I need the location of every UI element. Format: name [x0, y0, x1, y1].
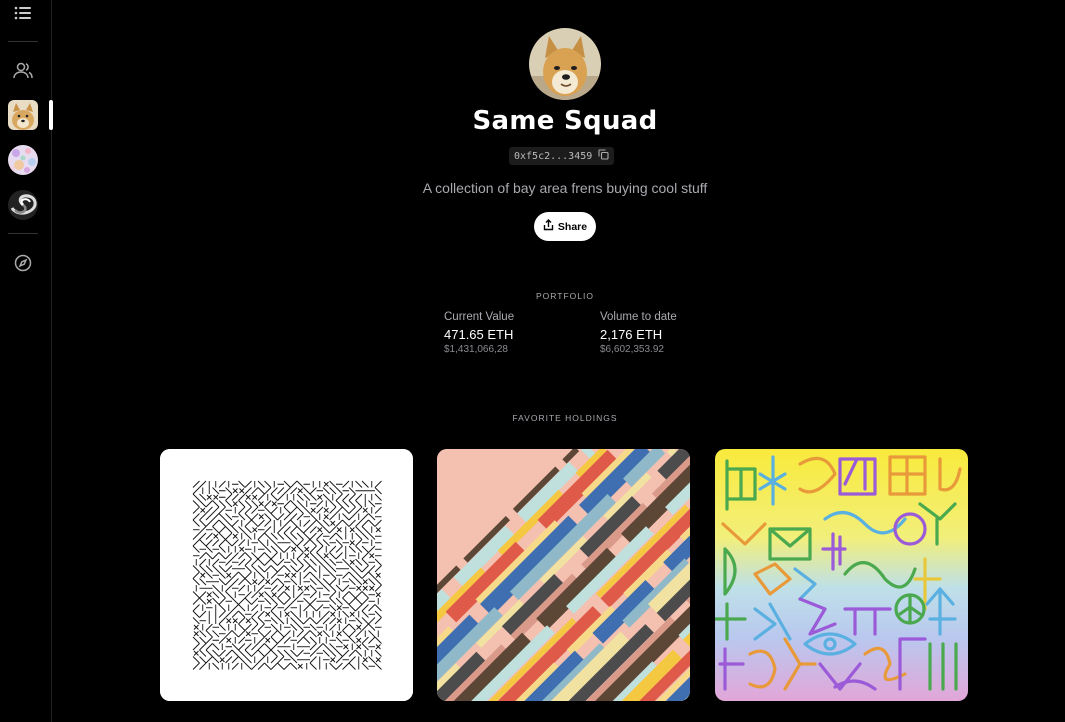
main-content: Same Squad 0xf5c2...3459 A collection of… — [53, 0, 1065, 722]
share-button[interactable]: Share — [534, 212, 596, 241]
volume-usd: $6,602,353.92 — [600, 344, 664, 355]
sidebar-divider — [8, 41, 38, 42]
holding-card-pattern[interactable] — [160, 449, 413, 701]
list-icon[interactable] — [10, 0, 36, 26]
copy-icon[interactable] — [598, 149, 609, 163]
doge-avatar[interactable] — [8, 100, 38, 130]
volume-amount: 2,176 ETH — [600, 327, 663, 342]
share-label: Share — [557, 220, 588, 233]
sidebar — [0, 0, 53, 722]
current-value-label: Current Value — [444, 311, 515, 323]
current-value-amount: 471.65 ETH — [444, 327, 514, 342]
sidebar-divider — [8, 233, 38, 234]
holding-card-stripes[interactable] — [437, 449, 690, 701]
page-title: Same Squad — [472, 106, 658, 136]
floral-avatar[interactable] — [8, 145, 38, 175]
wallet-address[interactable]: 0xf5c2...3459 — [509, 147, 615, 165]
volume-stat: Volume to date 2,176 ETH $6,602,353.92 — [600, 311, 677, 355]
current-value-stat: Current Value 471.65 ETH $1,431,066,28 — [444, 311, 514, 355]
current-value-usd: $1,431,066,28 — [444, 344, 508, 355]
portfolio-heading: PORTFOLIO — [536, 291, 594, 301]
holding-card-rainbow[interactable] — [715, 449, 968, 701]
group-description: A collection of bay area frens buying co… — [422, 180, 708, 196]
wallet-address-text: 0xf5c2...3459 — [514, 150, 593, 162]
volume-label: Volume to date — [600, 311, 677, 323]
swirl-avatar[interactable] — [8, 190, 38, 220]
share-icon — [543, 219, 554, 234]
holdings-heading: FAVORITE HOLDINGS — [512, 413, 618, 423]
group-avatar — [529, 28, 601, 100]
users-icon[interactable] — [10, 58, 36, 84]
compass-icon[interactable] — [10, 250, 36, 276]
